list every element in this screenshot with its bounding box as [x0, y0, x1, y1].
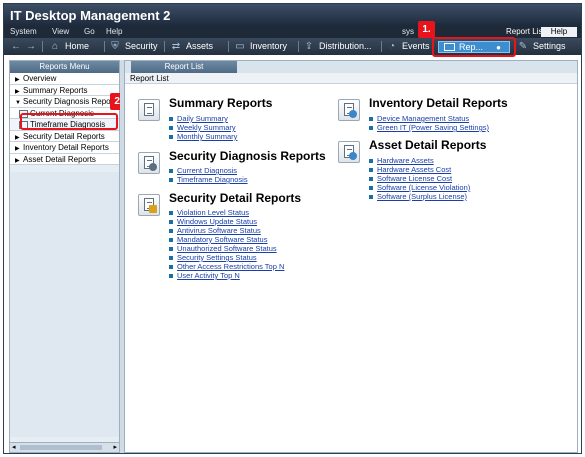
events-label: Events	[402, 41, 430, 51]
events-icon: ◔	[388, 41, 396, 53]
title-bar: IT Desktop Management 2	[4, 4, 581, 26]
tab-report-list[interactable]: Report List	[131, 61, 237, 73]
section-title: Security Detail Reports	[169, 191, 302, 205]
settings-button[interactable]: ✎ Settings	[516, 40, 566, 53]
expand-arrow-icon: ▶	[15, 146, 20, 152]
menu-view[interactable]: View	[52, 27, 69, 36]
callout-2-box	[20, 113, 118, 130]
report-list-link[interactable]: Report List	[506, 27, 545, 36]
forward-arrow-icon: →	[26, 41, 36, 53]
link-timeframe-diagnosis[interactable]: Timeframe Diagnosis	[169, 175, 248, 184]
link-violation-level-status[interactable]: Violation Level Status	[169, 208, 284, 217]
link-unauthorized-software-status[interactable]: Unauthorized Software Status	[169, 244, 284, 253]
section-title: Security Diagnosis Reports	[169, 149, 326, 163]
inventory-button[interactable]: ▭ Inventory	[233, 40, 287, 53]
link-monthly-summary[interactable]: Monthly Summary	[169, 132, 237, 141]
tab-strip: Report List	[125, 61, 577, 73]
link-weekly-summary[interactable]: Weekly Summary	[169, 123, 237, 132]
tree-item-security-detail-reports[interactable]: ▶ Security Detail Reports	[10, 130, 119, 142]
tree-item-asset-detail-reports[interactable]: ▶ Asset Detail Reports	[10, 153, 119, 165]
scroll-left-icon[interactable]: ◂	[12, 443, 16, 451]
app-title: IT Desktop Management 2	[10, 8, 171, 23]
link-software-license-cost[interactable]: Software License Cost	[369, 174, 470, 183]
sys-label: sys	[402, 27, 414, 36]
back-arrow-icon: ←	[11, 41, 21, 53]
summary-report-icon	[138, 99, 160, 121]
report-list-panel: Report List Report List Summary Reports …	[124, 60, 578, 453]
collapse-arrow-icon: ▼	[15, 100, 21, 106]
left-horizontal-scrollbar[interactable]: ◂ ▸	[10, 442, 119, 452]
link-hardware-assets[interactable]: Hardware Assets	[369, 156, 470, 165]
tree-item-label: Inventory Detail Reports	[23, 143, 109, 152]
tree-item-label: Overview	[23, 74, 57, 83]
tree-item-label: Summary Reports	[23, 85, 88, 95]
assets-label: Assets	[186, 41, 214, 51]
home-label: Home	[65, 41, 90, 51]
link-device-management-status[interactable]: Device Management Status	[369, 114, 489, 123]
expand-arrow-icon: ▶	[15, 88, 20, 95]
tree-item-label: Security Detail Reports	[23, 131, 105, 141]
assets-icon: ⇄	[171, 41, 181, 53]
inventory-detail-icon	[338, 99, 360, 121]
reports-menu-header: Reports Menu	[10, 61, 119, 73]
settings-label: Settings	[533, 41, 566, 51]
security-label: Security	[125, 41, 158, 51]
distribution-button[interactable]: ⇪ Distribution...	[302, 40, 372, 53]
link-software-surplus-license[interactable]: Software (Surplus License)	[369, 192, 470, 201]
link-other-access-restrictions[interactable]: Other Access Restrictions Top N	[169, 262, 284, 271]
distribution-icon: ⇪	[304, 41, 314, 53]
security-button[interactable]: ⛨ Security	[108, 40, 158, 53]
forward-button[interactable]: →	[24, 40, 41, 53]
inventory-label: Inventory	[250, 41, 288, 51]
tree-item-label: Security Diagnosis Reports	[23, 97, 119, 106]
settings-icon: ✎	[518, 41, 528, 53]
breadcrumb: Report List	[125, 73, 577, 84]
security-icon: ⛨	[111, 41, 119, 53]
scroll-right-icon[interactable]: ▸	[113, 443, 117, 451]
security-diagnosis-icon	[138, 152, 160, 174]
inventory-icon: ▭	[235, 41, 245, 53]
menu-go[interactable]: Go	[84, 27, 95, 36]
assets-button[interactable]: ⇄ Assets	[169, 40, 213, 53]
link-security-settings-status[interactable]: Security Settings Status	[169, 253, 284, 262]
link-daily-summary[interactable]: Daily Summary	[169, 114, 237, 123]
section-title: Inventory Detail Reports	[369, 96, 508, 110]
expand-arrow-icon: ▶	[15, 134, 20, 141]
link-user-activity-top-n[interactable]: User Activity Top N	[169, 271, 284, 280]
section-title: Asset Detail Reports	[369, 138, 487, 152]
menu-system[interactable]: System	[10, 27, 37, 36]
link-software-license-violation[interactable]: Software (License Violation)	[369, 183, 470, 192]
link-mandatory-software-status[interactable]: Mandatory Software Status	[169, 235, 284, 244]
home-icon: ⌂	[51, 41, 59, 53]
expand-arrow-icon: ▶	[15, 157, 20, 164]
link-windows-update-status[interactable]: Windows Update Status	[169, 217, 284, 226]
tree-item-security-diagnosis-reports[interactable]: ▼ Security Diagnosis Reports	[10, 96, 119, 108]
link-current-diagnosis[interactable]: Current Diagnosis	[169, 166, 248, 175]
asset-detail-icon	[338, 141, 360, 163]
menu-help[interactable]: Help	[106, 27, 122, 36]
scroll-thumb[interactable]	[20, 445, 102, 450]
link-green-it[interactable]: Green IT (Power Saving Settings)	[369, 123, 489, 132]
security-detail-icon	[138, 194, 160, 216]
expand-arrow-icon: ▶	[15, 77, 20, 83]
tree-item-inventory-detail-reports[interactable]: ▶ Inventory Detail Reports	[10, 142, 119, 154]
section-title: Summary Reports	[169, 96, 273, 110]
link-antivirus-software-status[interactable]: Antivirus Software Status	[169, 226, 284, 235]
tree-empty-area	[10, 172, 119, 437]
events-button[interactable]: ◔ Events	[385, 40, 430, 53]
app-window: IT Desktop Management 2 System View Go H…	[3, 3, 582, 454]
home-button[interactable]: ⌂ Home	[48, 40, 89, 53]
distribution-label: Distribution...	[319, 41, 372, 51]
callout-1-number: 1.	[418, 21, 435, 38]
help-button[interactable]: Help	[541, 27, 577, 37]
tree-item-label: Asset Detail Reports	[23, 154, 96, 164]
tree-item-overview[interactable]: ▶ Overview	[10, 73, 119, 85]
callout-1-box	[432, 37, 516, 57]
tree-item-summary-reports[interactable]: ▶ Summary Reports	[10, 84, 119, 96]
link-hardware-assets-cost[interactable]: Hardware Assets Cost	[369, 165, 470, 174]
